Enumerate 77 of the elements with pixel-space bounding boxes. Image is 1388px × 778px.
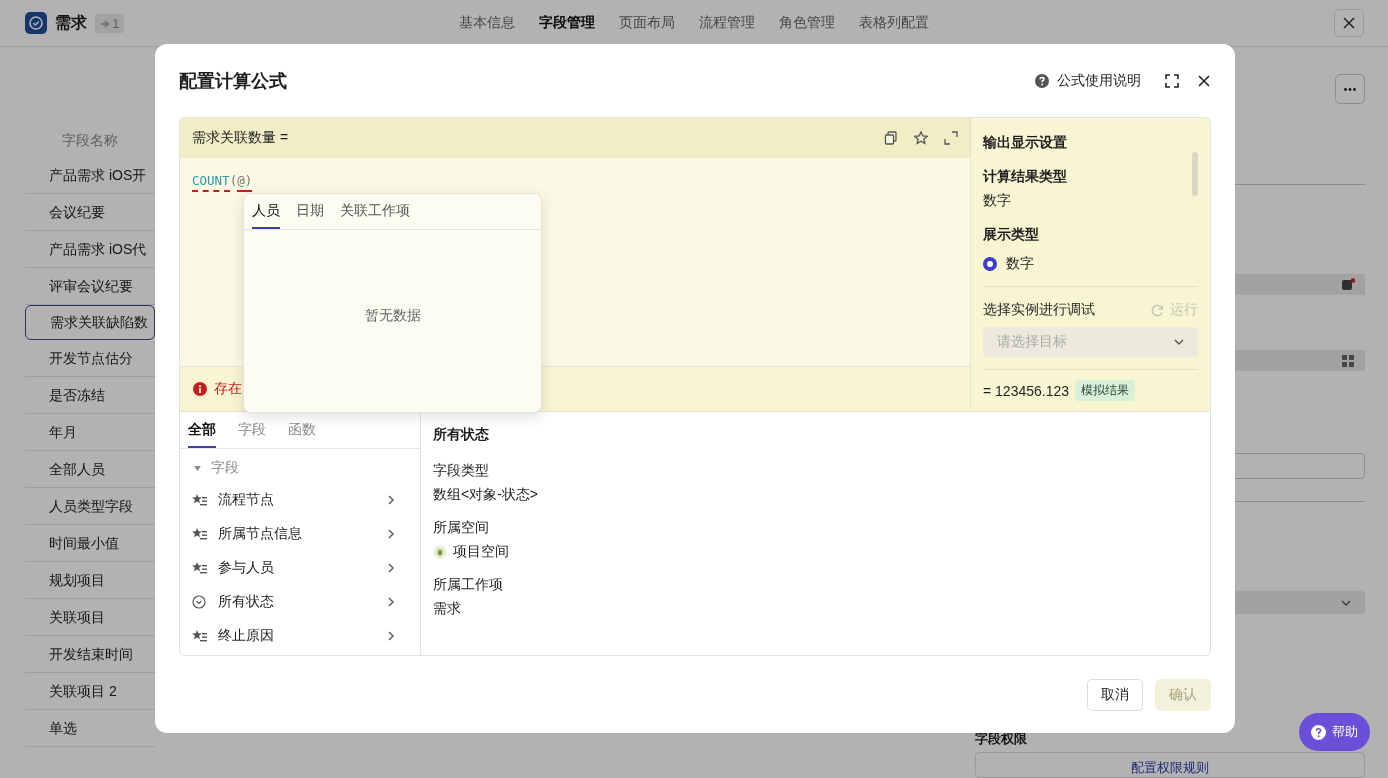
field-item[interactable]: 参与人员 bbox=[180, 551, 420, 585]
chevron-right-icon bbox=[388, 495, 394, 505]
permission-rule-link[interactable]: 配置权限规则 bbox=[1131, 760, 1209, 775]
error-icon bbox=[193, 382, 207, 396]
category-tab[interactable]: 全部 bbox=[188, 421, 216, 448]
chevron-down-icon bbox=[1174, 339, 1184, 345]
nav-tab[interactable]: 表格列配置 bbox=[859, 14, 929, 32]
nav-tab[interactable]: 页面布局 bbox=[619, 14, 675, 32]
help-icon bbox=[1035, 73, 1049, 88]
star-list-icon bbox=[192, 561, 208, 575]
refresh-icon bbox=[1151, 303, 1164, 317]
more-button[interactable] bbox=[1335, 74, 1365, 104]
result-tag: 模拟结果 bbox=[1075, 380, 1136, 401]
formula-header: 需求关联数量 = bbox=[192, 129, 289, 147]
dialog-title: 配置计算公式 bbox=[179, 69, 287, 93]
nav-tab[interactable]: 字段管理 bbox=[539, 14, 595, 32]
output-settings-title: 输出显示设置 bbox=[983, 133, 1068, 152]
chevron-down-icon bbox=[1341, 599, 1351, 606]
popup-tab[interactable]: 人员 bbox=[252, 194, 280, 229]
arrow-icon bbox=[100, 18, 110, 28]
section-title: 字段权限 bbox=[975, 730, 1027, 748]
close-button[interactable] bbox=[1334, 9, 1364, 37]
display-type-label: 展示类型 bbox=[983, 225, 1040, 244]
star-list-icon bbox=[192, 527, 208, 541]
star-icon[interactable] bbox=[914, 131, 928, 145]
star-list-icon bbox=[192, 629, 208, 643]
app-title: 需求 bbox=[55, 12, 87, 33]
property-label: 字段类型 bbox=[433, 462, 490, 480]
property-label: 所属工作项 bbox=[433, 576, 504, 594]
popup-tab[interactable]: 关联工作项 bbox=[340, 194, 410, 229]
help-link[interactable]: 公式使用说明 bbox=[1035, 71, 1141, 90]
chevron-right-icon bbox=[388, 631, 394, 641]
help-button[interactable]: 帮助 bbox=[1299, 713, 1370, 751]
field-item[interactable]: 终止原因 bbox=[180, 619, 420, 653]
field-item[interactable]: 所属节点信息 bbox=[180, 517, 420, 551]
fullscreen-icon[interactable] bbox=[1165, 73, 1179, 88]
property-label: 所属空间 bbox=[433, 519, 490, 537]
star-list-icon bbox=[192, 493, 208, 507]
space-icon bbox=[433, 545, 447, 559]
close-icon bbox=[1343, 17, 1355, 29]
error-message: 存在 bbox=[214, 380, 242, 398]
chevron-right-icon bbox=[388, 529, 394, 539]
help-icon bbox=[1311, 724, 1326, 740]
field-group-header[interactable]: 字段 bbox=[180, 453, 420, 483]
cancel-button[interactable]: 取消 bbox=[1087, 678, 1143, 711]
category-tab[interactable]: 函数 bbox=[288, 421, 316, 448]
formula-code[interactable]: COUNT(@) bbox=[192, 173, 253, 192]
property-value: 需求 bbox=[433, 600, 461, 618]
simulated-result: = 123456.123 bbox=[983, 382, 1070, 399]
radio-button[interactable] bbox=[983, 257, 997, 271]
debug-label: 选择实例进行调试 bbox=[983, 301, 1095, 319]
property-value: 项目空间 bbox=[453, 543, 509, 561]
popup-tab[interactable]: 日期 bbox=[296, 194, 324, 229]
field-list-item[interactable]: 单选 bbox=[25, 710, 155, 747]
result-type-label: 计算结果类型 bbox=[983, 167, 1068, 186]
caret-icon bbox=[194, 465, 201, 471]
copy-icon[interactable] bbox=[884, 131, 898, 145]
column-header: 字段名称 bbox=[61, 131, 119, 150]
nav-tab[interactable]: 角色管理 bbox=[779, 14, 835, 32]
nav-tab[interactable]: 基本信息 bbox=[459, 14, 515, 32]
category-tab[interactable]: 字段 bbox=[238, 421, 266, 448]
detail-title: 所有状态 bbox=[433, 426, 490, 444]
result-type-value: 数字 bbox=[983, 191, 1012, 210]
app-logo-icon bbox=[25, 12, 47, 34]
empty-message: 暂无数据 bbox=[364, 307, 421, 325]
chevron-right-icon bbox=[388, 597, 394, 607]
grid-icon[interactable] bbox=[1341, 353, 1355, 368]
radio-label[interactable]: 数字 bbox=[1006, 255, 1034, 273]
expand-icon[interactable] bbox=[944, 131, 958, 145]
nav-tab[interactable]: 流程管理 bbox=[699, 14, 755, 32]
close-icon[interactable] bbox=[1197, 73, 1211, 88]
more-icon bbox=[1344, 87, 1356, 91]
circle-chevron-icon bbox=[192, 595, 208, 609]
chevron-right-icon bbox=[388, 563, 394, 573]
field-item[interactable]: 所有状态 bbox=[180, 585, 420, 619]
field-item[interactable]: 流程节点 bbox=[180, 483, 420, 517]
property-value: 数组<对象-状态> bbox=[433, 486, 538, 504]
